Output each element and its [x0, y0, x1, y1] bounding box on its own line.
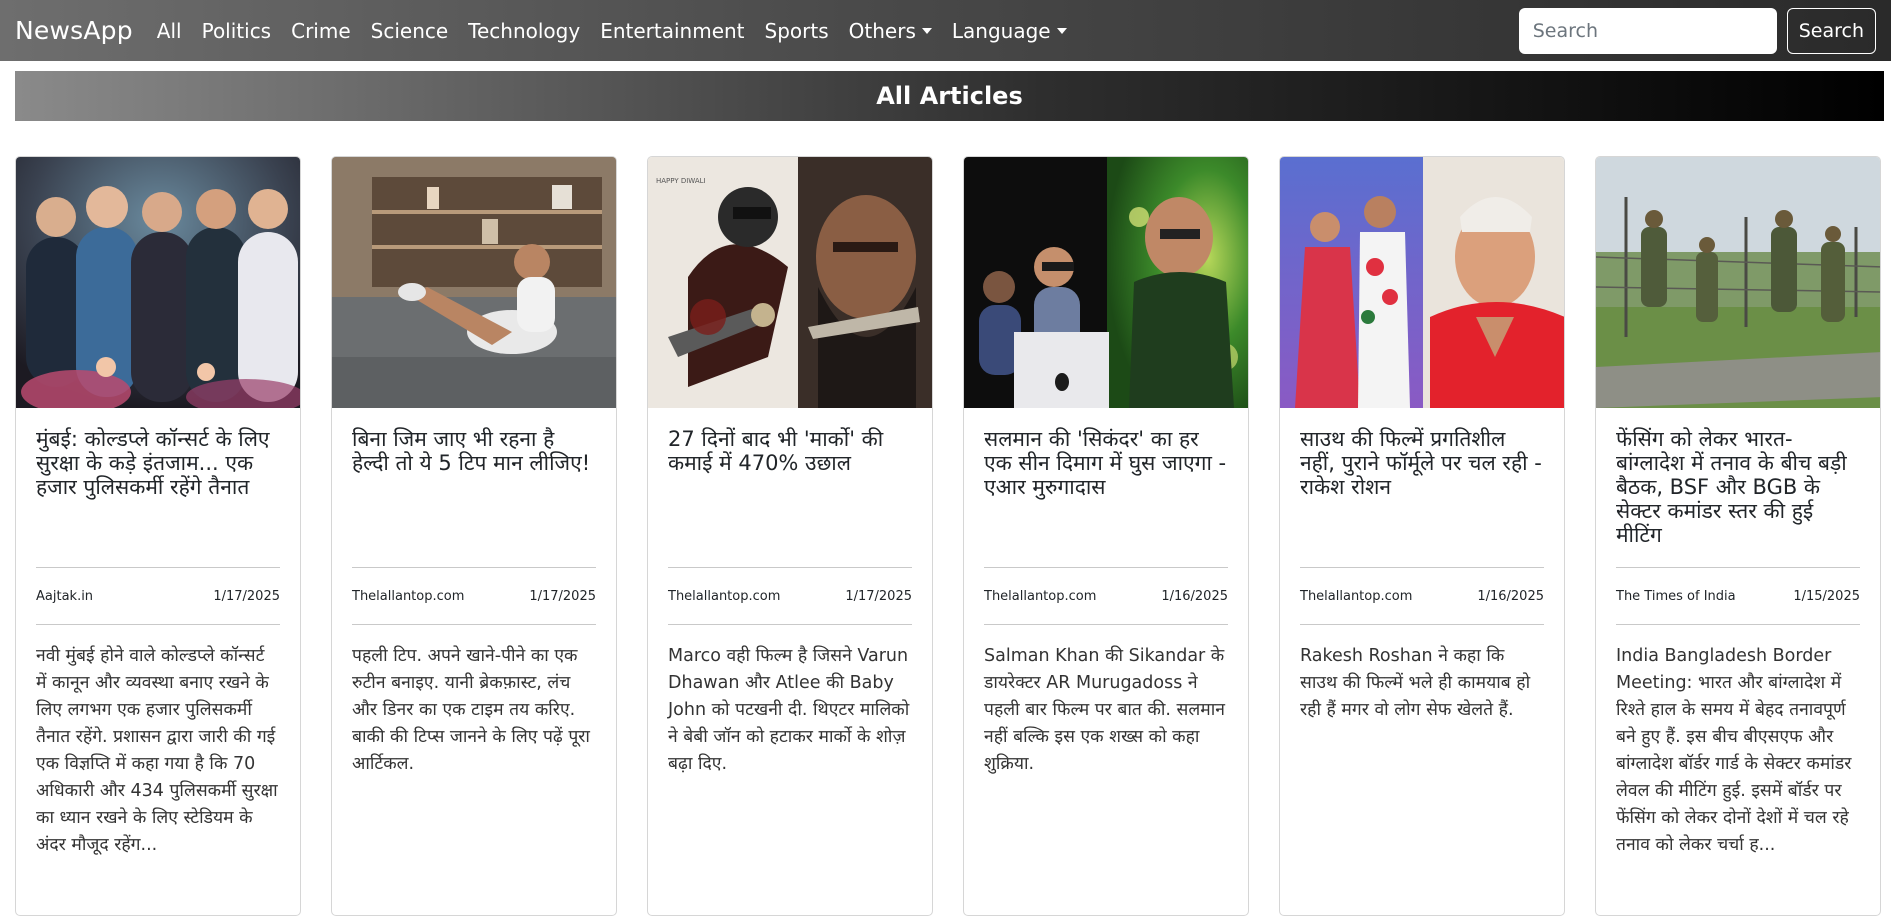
article-title[interactable]: सलमान की 'सिकंदर' का हर एक सीन दिमाग में…	[984, 427, 1228, 567]
article-title[interactable]: मुंबई: कोल्डप्ले कॉन्सर्ट के लिए सुरक्षा…	[36, 427, 280, 567]
article-source: The Times of India	[1616, 588, 1736, 604]
article-title[interactable]: साउथ की फिल्में प्रगतिशील नहीं, पुराने फ…	[1300, 427, 1544, 567]
article-title[interactable]: बिना जिम जाए भी रहना है हेल्दी तो ये 5 ट…	[352, 427, 596, 567]
search-form: Search	[1518, 7, 1876, 54]
article-body: मुंबई: कोल्डप्ले कॉन्सर्ट के लिए सुरक्षा…	[16, 408, 300, 859]
others-dropdown-label: Others	[848, 18, 916, 43]
rakesh-photo	[1280, 157, 1564, 408]
section-header: All Articles	[15, 71, 1884, 121]
search-input[interactable]	[1518, 7, 1777, 54]
nav-link-technology[interactable]: Technology	[468, 19, 580, 43]
navbar: NewsApp All Politics Crime Science Techn…	[0, 0, 1891, 61]
article-card[interactable]: साउथ की फिल्में प्रगतिशील नहीं, पुराने फ…	[1279, 156, 1565, 916]
article-card[interactable]: फेंसिंग को लेकर भारत-बांग्लादेश में तनाव…	[1595, 156, 1881, 916]
article-description: Rakesh Roshan ने कहा कि साउथ की फिल्में …	[1300, 646, 1531, 720]
article-meta: Thelallantop.com 1/16/2025	[984, 567, 1228, 625]
page-title: All Articles	[876, 82, 1023, 110]
language-dropdown-label: Language	[951, 18, 1051, 43]
article-source: Aajtak.in	[36, 588, 94, 604]
article-body: फेंसिंग को लेकर भारत-बांग्लादेश में तनाव…	[1596, 408, 1880, 859]
article-source: Thelallantop.com	[352, 588, 465, 604]
article-date: 1/17/2025	[529, 588, 596, 604]
article-date: 1/16/2025	[1161, 588, 1228, 604]
article-list: मुंबई: कोल्डप्ले कॉन्सर्ट के लिए सुरक्षा…	[15, 156, 1885, 916]
nav-link-all[interactable]: All	[157, 19, 182, 43]
article-date: 1/15/2025	[1793, 588, 1860, 604]
article-meta: The Times of India 1/15/2025	[1616, 567, 1860, 625]
article-body: 27 दिनों बाद भी 'मार्को' की कमाई में 470…	[648, 408, 932, 778]
salman-photo	[964, 157, 1248, 408]
article-body: साउथ की फिल्में प्रगतिशील नहीं, पुराने फ…	[1280, 408, 1564, 724]
article-image[interactable]	[1596, 157, 1880, 408]
article-card[interactable]: मुंबई: कोल्डप्ले कॉन्सर्ट के लिए सुरक्षा…	[15, 156, 301, 916]
article-source: Thelallantop.com	[1300, 588, 1413, 604]
article-source: Thelallantop.com	[984, 588, 1097, 604]
band-photo	[16, 157, 300, 408]
article-image[interactable]: HAPPY DIWALI	[648, 157, 932, 408]
nav-link-science[interactable]: Science	[371, 19, 449, 43]
article-date: 1/17/2025	[845, 588, 912, 604]
nav-link-entertainment[interactable]: Entertainment	[600, 19, 744, 43]
workout-photo	[332, 157, 616, 408]
article-image[interactable]	[964, 157, 1248, 408]
article-card[interactable]: HAPPY DIWALI 27 दिनों बाद भी 'मार्को' की…	[647, 156, 933, 916]
article-description: Salman Khan की Sikandar के डायरेक्टर AR …	[984, 646, 1225, 774]
border-photo	[1596, 157, 1880, 408]
nav-link-sports[interactable]: Sports	[765, 19, 829, 43]
caret-down-icon	[1056, 27, 1067, 34]
brand-logo[interactable]: NewsApp	[15, 16, 133, 45]
article-image[interactable]	[16, 157, 300, 408]
article-date: 1/16/2025	[1477, 588, 1544, 604]
article-date: 1/17/2025	[213, 588, 280, 604]
language-dropdown[interactable]: Language	[952, 19, 1067, 43]
article-description: Marco वही फिल्म है जिसने Varun Dhawan और…	[668, 646, 910, 774]
article-meta: Aajtak.in 1/17/2025	[36, 567, 280, 625]
article-description: नवी मुंबई होने वाले कोल्डप्ले कॉन्सर्ट म…	[36, 646, 278, 855]
article-description: India Bangladesh Border Meeting: भारत और…	[1616, 646, 1852, 855]
others-dropdown[interactable]: Others	[849, 19, 932, 43]
article-source: Thelallantop.com	[668, 588, 781, 604]
article-title[interactable]: 27 दिनों बाद भी 'मार्को' की कमाई में 470…	[668, 427, 912, 567]
article-card[interactable]: सलमान की 'सिकंदर' का हर एक सीन दिमाग में…	[963, 156, 1249, 916]
search-button[interactable]: Search	[1786, 7, 1876, 54]
article-meta: Thelallantop.com 1/17/2025	[352, 567, 596, 625]
article-image[interactable]	[332, 157, 616, 408]
article-body: सलमान की 'सिकंदर' का हर एक सीन दिमाग में…	[964, 408, 1248, 778]
nav-link-crime[interactable]: Crime	[291, 19, 351, 43]
article-body: बिना जिम जाए भी रहना है हेल्दी तो ये 5 ट…	[332, 408, 616, 778]
poster-text: HAPPY DIWALI	[656, 177, 706, 185]
nav-links: All Politics Crime Science Technology En…	[157, 19, 1087, 43]
nav-link-politics[interactable]: Politics	[202, 19, 272, 43]
caret-down-icon	[921, 27, 932, 34]
article-meta: Thelallantop.com 1/16/2025	[1300, 567, 1544, 625]
movie-poster: HAPPY DIWALI	[648, 157, 932, 408]
article-description: पहली टिप. अपने खाने-पीने का एक रुटीन बना…	[352, 646, 590, 774]
article-image[interactable]	[1280, 157, 1564, 408]
article-card[interactable]: बिना जिम जाए भी रहना है हेल्दी तो ये 5 ट…	[331, 156, 617, 916]
article-meta: Thelallantop.com 1/17/2025	[668, 567, 912, 625]
article-title[interactable]: फेंसिंग को लेकर भारत-बांग्लादेश में तनाव…	[1616, 427, 1860, 567]
